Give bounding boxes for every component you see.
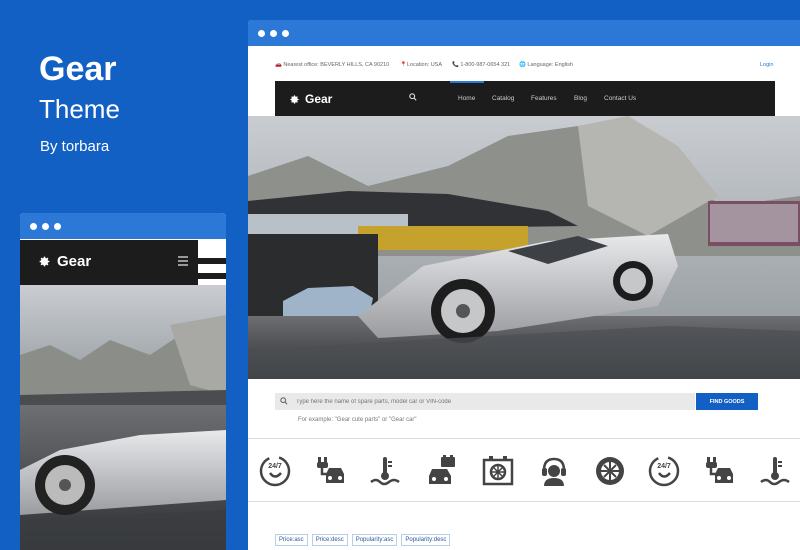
promo-title: Gear: [39, 50, 117, 88]
mobile-logo[interactable]: Gear: [38, 253, 91, 270]
window-dots: [258, 30, 289, 37]
language-selector[interactable]: 🌐 Language: English: [519, 62, 573, 68]
desktop-preview-window: 🚗 Nearest office: BEVERLY HILLS, CA 9021…: [248, 20, 800, 550]
charger-car-icon[interactable]: [314, 454, 348, 488]
mobile-preview-window: Gear: [20, 213, 226, 550]
mobile-logo-text: Gear: [57, 253, 92, 270]
radiator-icon[interactable]: [481, 454, 515, 488]
charger-car-icon[interactable]: [703, 454, 737, 488]
top-info-bar: 🚗 Nearest office: BEVERLY HILLS, CA 9021…: [248, 46, 800, 80]
phone-info: 📞 1-800-987-0654 321: [452, 62, 511, 68]
location-info: 📍Location: USA: [400, 62, 443, 68]
promo-byline: By torbara: [40, 138, 110, 155]
wheel-icon[interactable]: [593, 454, 627, 488]
category-icon-strip: 24/7 24/7: [248, 438, 800, 502]
sort-price-asc[interactable]: Price:asc: [275, 534, 308, 546]
parts-search-bar: [275, 393, 695, 410]
support-headset-icon[interactable]: [537, 454, 571, 488]
sort-popularity-desc[interactable]: Popularity:desc: [401, 534, 451, 546]
parts-search-input[interactable]: [296, 395, 686, 408]
mobile-hero-image: [20, 285, 226, 550]
site-logo[interactable]: Gear: [289, 92, 332, 106]
mobile-nav-edge: [198, 240, 226, 285]
24-7-icon[interactable]: 24/7: [647, 454, 681, 488]
sort-options: Price:asc Price:desc Popularity:asc Popu…: [275, 534, 451, 546]
gear-icon: [290, 94, 299, 104]
login-link[interactable]: Login: [760, 62, 773, 68]
svg-text:24/7: 24/7: [657, 463, 671, 470]
site-logo-text: Gear: [305, 92, 333, 106]
nav-home[interactable]: Home: [458, 95, 475, 102]
mobile-window-bar: [20, 213, 226, 239]
search-example-hint: For example: "Gear cute parts" or "Gear …: [298, 417, 417, 423]
promo-subtitle: Theme: [39, 94, 120, 124]
sort-popularity-asc[interactable]: Popularity:asc: [351, 534, 398, 546]
nav-contact-us[interactable]: Contact Us: [604, 95, 636, 102]
svg-text:24/7: 24/7: [268, 463, 282, 470]
mobile-navbar: Gear: [20, 240, 198, 285]
nav-features[interactable]: Features: [531, 95, 557, 102]
coolant-temperature-icon[interactable]: [758, 454, 792, 488]
nav-blog[interactable]: Blog: [574, 95, 587, 102]
window-dots: [30, 223, 61, 230]
search-icon[interactable]: [409, 93, 417, 101]
nav-catalog[interactable]: Catalog: [492, 95, 514, 102]
find-goods-button[interactable]: FIND GOODS: [696, 393, 758, 410]
desktop-window-bar: [248, 20, 800, 46]
sort-price-desc[interactable]: Price:desc: [311, 534, 348, 546]
office-info: 🚗 Nearest office: BEVERLY HILLS, CA 9021…: [275, 62, 390, 68]
24-7-icon[interactable]: 24/7: [258, 454, 292, 488]
hero-image: [248, 116, 800, 379]
hamburger-menu-icon[interactable]: [178, 256, 188, 268]
main-navbar: Gear Home Catalog Features Blog Contact …: [275, 81, 775, 116]
coolant-temperature-icon[interactable]: [368, 454, 402, 488]
search-icon: [280, 397, 288, 405]
battery-car-icon[interactable]: [425, 454, 459, 488]
gear-icon: [39, 256, 50, 267]
active-nav-indicator: [450, 81, 484, 83]
